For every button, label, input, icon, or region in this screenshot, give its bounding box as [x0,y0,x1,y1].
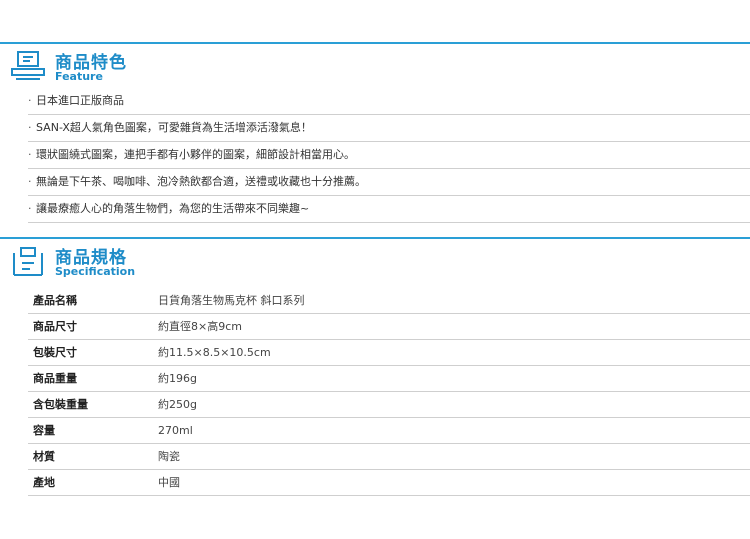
spec-value: 270ml [158,423,193,437]
feature-text: 無論是下午茶、喝咖啡、泡冷熱飲都合適，送禮或收藏也十分推薦。 [36,175,366,188]
table-row: 含包裝重量 約250g [28,391,750,417]
table-row: 商品尺寸 約直徑8×高9cm [28,313,750,339]
spec-key: 產地 [33,476,55,489]
list-item: · 讓最療癒人心的角落生物們，為您的生活帶來不同樂趣~ [28,196,750,223]
spec-subtitle: Specification [55,265,136,278]
spec-value: 約直徑8×高9cm [158,320,242,333]
spec-key: 商品尺寸 [33,320,77,333]
table-row: 商品重量 約196g [28,365,750,391]
feature-list: · 日本進口正版商品 · SAN-X超人氣角色圖案，可愛雜貨為生活增添活潑氣息！ ·… [28,88,750,223]
spec-key: 包裝尺寸 [33,346,77,359]
spec-value: 約250g [158,398,197,411]
feature-text: SAN-X超人氣角色圖案，可愛雜貨為生活增添活潑氣息！ [36,121,312,134]
spec-icon [13,247,43,276]
list-item: · 無論是下午茶、喝咖啡、泡冷熱飲都合適，送禮或收藏也十分推薦。 [28,169,750,196]
feature-subtitle: Feature [55,70,103,83]
table-row: 產地 中國 [28,469,750,495]
spec-value: 中國 [158,476,180,489]
list-item: · 環狀圖繞式圖案，連把手都有小夥伴的圖案，細節設計相當用心。 [28,142,750,169]
spec-header: 商品規格 Specification [0,237,750,283]
spec-key: 產品名稱 [33,293,77,307]
spec-table: 產品名稱 日貨角落生物馬克杯 斜口系列 商品尺寸 約直徑8×高9cm 包裝尺寸 約11… [28,287,750,496]
feature-text: 環狀圖繞式圖案，連把手都有小夥伴的圖案，細節設計相當用心。 [36,148,355,161]
table-row: 容量 270ml [28,417,750,443]
feature-header: 商品特色 Feature [0,42,750,88]
spec-value: 約196g [158,372,197,385]
feature-text: 讓最療癒人心的角落生物們，為您的生活帶來不同樂趣~ [36,202,310,215]
spec-value: 日貨角落生物馬克杯 斜口系列 [158,293,305,307]
list-item: · 日本進口正版商品 [28,88,750,115]
spec-value: 陶瓷 [158,450,180,463]
monitor-icon [11,51,45,80]
spec-key: 商品重量 [33,372,77,385]
spec-value: 約11.5×8.5×10.5cm [158,346,271,359]
list-item: · SAN-X超人氣角色圖案，可愛雜貨為生活增添活潑氣息！ [28,115,750,142]
table-row: 材質 陶瓷 [28,443,750,469]
spec-key: 容量 [33,424,55,437]
table-row: 產品名稱 日貨角落生物馬克杯 斜口系列 [28,287,750,313]
spec-key: 含包裝重量 [33,398,88,411]
spec-key: 材質 [33,450,55,463]
table-row: 包裝尺寸 約11.5×8.5×10.5cm [28,339,750,365]
feature-text: 日本進口正版商品 [36,94,124,107]
